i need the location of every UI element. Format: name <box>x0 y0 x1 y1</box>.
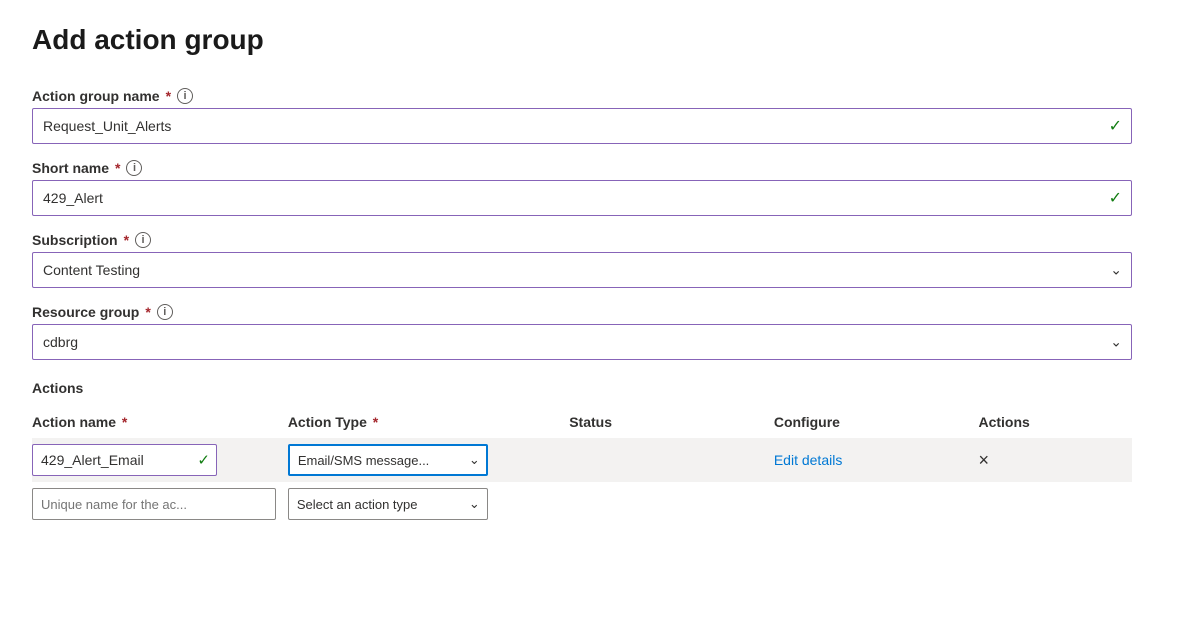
new-action-type-dropdown[interactable]: Select an action type <box>288 488 488 520</box>
subscription-dropdown[interactable]: Content Testing <box>32 252 1132 288</box>
info-icon-resource[interactable]: i <box>157 304 173 320</box>
table-cell-action-type: Email/SMS message... ⌄ <box>288 438 569 482</box>
label-text: Resource group <box>32 304 139 320</box>
action-name-input[interactable] <box>32 444 217 476</box>
delete-action-icon[interactable]: × <box>978 450 989 470</box>
table-cell-action-name: ✓ <box>32 438 288 482</box>
action-group-name-group: Action group name * i ✓ <box>32 88 1132 144</box>
label-text: Action group name <box>32 88 160 104</box>
table-cell-new-action-name <box>32 482 288 526</box>
table-cell-new-action-type: Select an action type ⌄ <box>288 482 569 526</box>
info-icon-short[interactable]: i <box>126 160 142 176</box>
actions-table: Action name * Action Type * Status <box>32 406 1132 526</box>
short-name-label: Short name * i <box>32 160 1132 176</box>
required-indicator: * <box>145 304 150 320</box>
new-action-type-dropdown-wrapper: Select an action type ⌄ <box>288 488 488 520</box>
label-text: Subscription <box>32 232 118 248</box>
required-indicator: * <box>166 88 171 104</box>
form-section: Action group name * i ✓ Short name * i ✓… <box>32 88 1132 526</box>
info-icon-subscription[interactable]: i <box>135 232 151 248</box>
required-star-action-name: * <box>118 414 127 430</box>
table-row: ✓ Email/SMS message... ⌄ <box>32 438 1132 482</box>
table-cell-new-actions <box>978 482 1132 526</box>
short-name-input[interactable] <box>32 180 1132 216</box>
action-type-dropdown-wrapper: Email/SMS message... ⌄ <box>288 444 488 476</box>
required-star-action-type: * <box>369 414 378 430</box>
table-cell-configure: Edit details <box>774 438 979 482</box>
table-header-row: Action name * Action Type * Status <box>32 406 1132 438</box>
table-new-row: Select an action type ⌄ <box>32 482 1132 526</box>
table-cell-status <box>569 438 774 482</box>
required-indicator: * <box>115 160 120 176</box>
page-title: Add action group <box>32 24 1168 56</box>
resource-group-group: Resource group * i cdbrg ⌄ <box>32 304 1132 360</box>
col-header-configure: Configure <box>774 406 979 438</box>
subscription-group: Subscription * i Content Testing ⌄ <box>32 232 1132 288</box>
required-indicator: * <box>124 232 129 248</box>
table-cell-new-configure <box>774 482 979 526</box>
table-cell-actions: × <box>978 438 1132 482</box>
col-header-status: Status <box>569 406 774 438</box>
action-group-name-input[interactable] <box>32 108 1132 144</box>
action-type-dropdown[interactable]: Email/SMS message... <box>288 444 488 476</box>
resource-group-label: Resource group * i <box>32 304 1132 320</box>
col-header-action-name: Action name * <box>32 406 288 438</box>
action-group-name-wrapper: ✓ <box>32 108 1132 144</box>
label-text: Short name <box>32 160 109 176</box>
action-group-name-label: Action group name * i <box>32 88 1132 104</box>
action-name-input-wrapper: ✓ <box>32 444 217 476</box>
short-name-group: Short name * i ✓ <box>32 160 1132 216</box>
new-action-name-input[interactable] <box>32 488 276 520</box>
resource-group-dropdown[interactable]: cdbrg <box>32 324 1132 360</box>
col-header-action-type: Action Type * <box>288 406 569 438</box>
actions-section-label: Actions <box>32 380 1132 396</box>
subscription-label: Subscription * i <box>32 232 1132 248</box>
short-name-wrapper: ✓ <box>32 180 1132 216</box>
table-cell-new-status <box>569 482 774 526</box>
resource-group-wrapper: cdbrg ⌄ <box>32 324 1132 360</box>
edit-details-link[interactable]: Edit details <box>774 452 842 468</box>
actions-section: Actions Action name * Action Type * <box>32 380 1132 526</box>
info-icon[interactable]: i <box>177 88 193 104</box>
col-header-actions: Actions <box>978 406 1132 438</box>
subscription-wrapper: Content Testing ⌄ <box>32 252 1132 288</box>
